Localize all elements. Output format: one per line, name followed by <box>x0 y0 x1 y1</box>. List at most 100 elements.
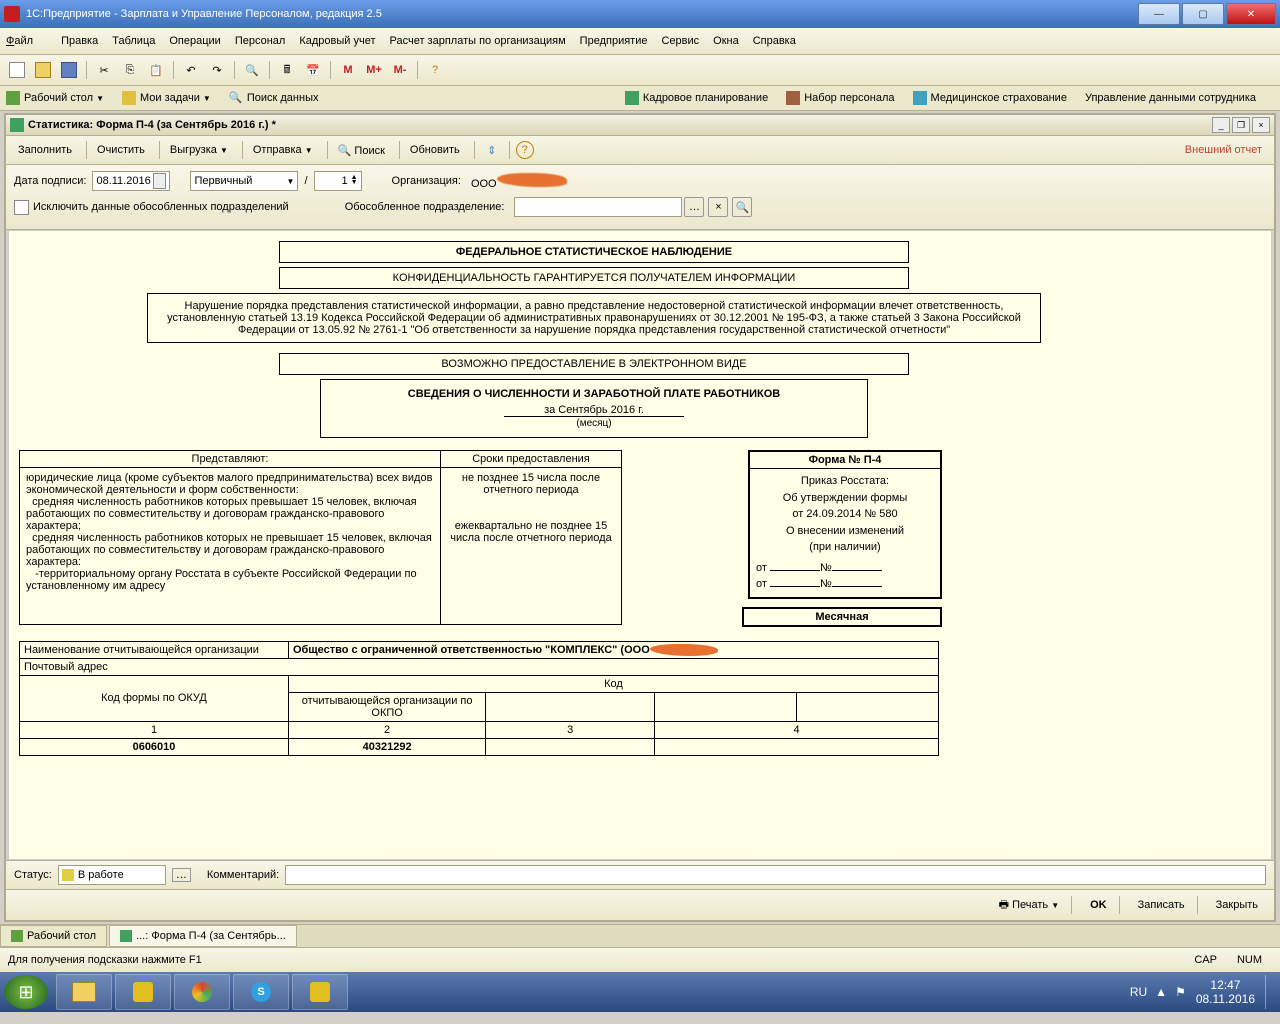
status-select-icon[interactable]: … <box>172 868 191 882</box>
task-skype[interactable]: S <box>233 974 289 1010</box>
document-body[interactable]: ФЕДЕРАЛЬНОЕ СТАТИСТИЧЕСКОЕ НАБЛЮДЕНИЕ КО… <box>8 230 1272 860</box>
export-button[interactable]: Выгрузка ▼ <box>164 142 234 158</box>
menubar: Файл Правка Таблица Операции Персонал Ка… <box>0 28 1280 55</box>
number-input[interactable]: 1▲▼ <box>314 171 362 191</box>
nav-empdata[interactable]: Управление данными сотрудника <box>1085 92 1256 104</box>
new-icon[interactable] <box>6 59 28 81</box>
save-button[interactable]: Записать <box>1130 897 1193 913</box>
exclude-checkbox[interactable] <box>14 200 29 215</box>
nav-desktop[interactable]: Рабочий стол▼ <box>6 91 104 105</box>
status-label: Статус: <box>14 869 52 881</box>
subdiv-input[interactable] <box>514 197 682 217</box>
tab-form[interactable]: ...: Форма П-4 (за Сентябрь... <box>109 925 297 947</box>
subdiv-find-icon[interactable]: 🔍 <box>732 197 752 217</box>
system-tray: RU ▲ ⚑ 12:4708.11.2016 <box>1130 975 1276 1009</box>
tray-action-icon[interactable]: ⚑ <box>1175 985 1186 999</box>
print-button[interactable]: 🖶 Печать ▼ <box>991 894 1067 917</box>
fill-button[interactable]: Заполнить <box>12 142 78 158</box>
status-bar: Статус: В работе … Комментарий: <box>6 860 1274 889</box>
window-title: 1С:Предприятие - Зарплата и Управление П… <box>26 8 382 20</box>
form-number-box: Форма № П-4 Приказ Росстата: Об утвержде… <box>748 450 942 599</box>
subdiv-select-icon[interactable]: … <box>684 197 704 217</box>
redacted-name <box>650 644 718 656</box>
show-desktop[interactable] <box>1265 975 1276 1009</box>
bottom-bar: 🖶 Печать ▼ OK Записать Закрыть <box>6 889 1274 920</box>
type-select[interactable]: Первичный▼ <box>190 171 298 191</box>
tray-lang[interactable]: RU <box>1130 985 1147 999</box>
menu-table[interactable]: Таблица <box>112 35 155 47</box>
maximize-button[interactable]: ▢ <box>1182 3 1224 25</box>
start-button[interactable]: ⊞ <box>4 975 48 1009</box>
help-icon[interactable]: ? <box>424 59 446 81</box>
m-minus[interactable]: M- <box>389 59 411 81</box>
subdiv-label: Обособленное подразделение: <box>345 201 505 213</box>
calendar-icon[interactable]: 📅 <box>302 59 324 81</box>
menu-operations[interactable]: Операции <box>169 35 220 47</box>
pin-icon[interactable]: ⇕ <box>481 139 503 161</box>
tray-flag-icon[interactable]: ▲ <box>1155 985 1167 999</box>
tab-desktop[interactable]: Рабочий стол <box>0 925 107 947</box>
m-plus[interactable]: M+ <box>363 59 385 81</box>
status-input[interactable]: В работе <box>58 865 166 885</box>
nav-search[interactable]: 🔍Поиск данных <box>229 91 319 105</box>
cap-indicator: CAP <box>1194 954 1217 966</box>
task-chrome[interactable] <box>174 974 230 1010</box>
close-button[interactable]: ✕ <box>1226 3 1276 25</box>
task-1c[interactable] <box>115 974 171 1010</box>
close-doc-button[interactable]: Закрыть <box>1208 897 1266 913</box>
menu-edit[interactable]: Правка <box>61 35 98 47</box>
task-1c2[interactable] <box>292 974 348 1010</box>
calc-icon[interactable]: 🖩 <box>276 59 298 81</box>
calendar-picker-icon[interactable] <box>153 173 167 189</box>
menu-payroll[interactable]: Расчет зарплаты по организациям <box>390 35 566 47</box>
taskbar: ⊞ S RU ▲ ⚑ 12:4708.11.2016 <box>0 972 1280 1012</box>
doc-restore[interactable]: ❐ <box>1232 117 1250 133</box>
comment-input[interactable] <box>285 865 1266 885</box>
nav-tasks[interactable]: Мои задачи▼ <box>122 91 211 105</box>
menu-file[interactable]: Файл <box>6 35 47 47</box>
comment-label: Комментарий: <box>207 869 279 881</box>
doc-minimize[interactable]: _ <box>1212 117 1230 133</box>
nav-planning[interactable]: Кадровое планирование <box>625 91 768 105</box>
deadline-header: Сроки предоставления <box>441 451 621 468</box>
copy-icon[interactable]: ⎘ <box>119 59 141 81</box>
title-box: СВЕДЕНИЯ О ЧИСЛЕННОСТИ И ЗАРАБОТНОЙ ПЛАТ… <box>320 379 868 438</box>
external-report-label: Внешний отчет <box>1185 144 1262 156</box>
task-explorer[interactable] <box>56 974 112 1010</box>
m-mark[interactable]: M <box>337 59 359 81</box>
menu-personnel[interactable]: Персонал <box>235 35 286 47</box>
cut-icon[interactable]: ✂ <box>93 59 115 81</box>
menu-help[interactable]: Справка <box>753 35 796 47</box>
tray-clock[interactable]: 12:4708.11.2016 <box>1196 978 1255 1007</box>
subdiv-clear-icon[interactable]: × <box>708 197 728 217</box>
refresh-button[interactable]: Обновить <box>404 142 466 158</box>
minimize-button[interactable]: — <box>1138 3 1180 25</box>
undo-icon[interactable]: ↶ <box>180 59 202 81</box>
ok-button[interactable]: OK <box>1082 897 1115 913</box>
doc-close[interactable]: × <box>1252 117 1270 133</box>
present-body: юридические лица (кроме субъектов малого… <box>20 468 440 624</box>
nav-recruit[interactable]: Набор персонала <box>786 91 894 105</box>
header-box-2: КОНФИДЕНЦИАЛЬНОСТЬ ГАРАНТИРУЕТСЯ ПОЛУЧАТ… <box>279 267 909 289</box>
params-panel: Дата подписи: 08.11.2016 Первичный▼ / 1▲… <box>6 165 1274 230</box>
hint-bar: Для получения подсказки нажмите F1 CAP N… <box>0 947 1280 972</box>
document-toolbar: Заполнить Очистить Выгрузка ▼ Отправка ▼… <box>6 136 1274 165</box>
date-input[interactable]: 08.11.2016 <box>92 171 170 191</box>
menu-enterprise[interactable]: Предприятие <box>580 35 648 47</box>
org-table: Наименование отчитывающейся организацииО… <box>19 641 939 756</box>
menu-windows[interactable]: Окна <box>713 35 739 47</box>
clear-button[interactable]: Очистить <box>91 142 151 158</box>
open-icon[interactable] <box>32 59 54 81</box>
save-icon[interactable] <box>58 59 80 81</box>
find-icon[interactable]: 🔍 <box>241 59 263 81</box>
nav-medical[interactable]: Медицинское страхование <box>913 91 1067 105</box>
menu-hr[interactable]: Кадровый учет <box>299 35 375 47</box>
find-button[interactable]: 🔍 Поиск <box>332 142 391 159</box>
doc-icon <box>10 118 24 132</box>
paste-icon[interactable]: 📋 <box>145 59 167 81</box>
help2-icon[interactable]: ? <box>516 141 534 159</box>
org-label: Организация: <box>392 175 461 187</box>
send-button[interactable]: Отправка ▼ <box>247 142 319 158</box>
redo-icon[interactable]: ↷ <box>206 59 228 81</box>
menu-service[interactable]: Сервис <box>661 35 699 47</box>
